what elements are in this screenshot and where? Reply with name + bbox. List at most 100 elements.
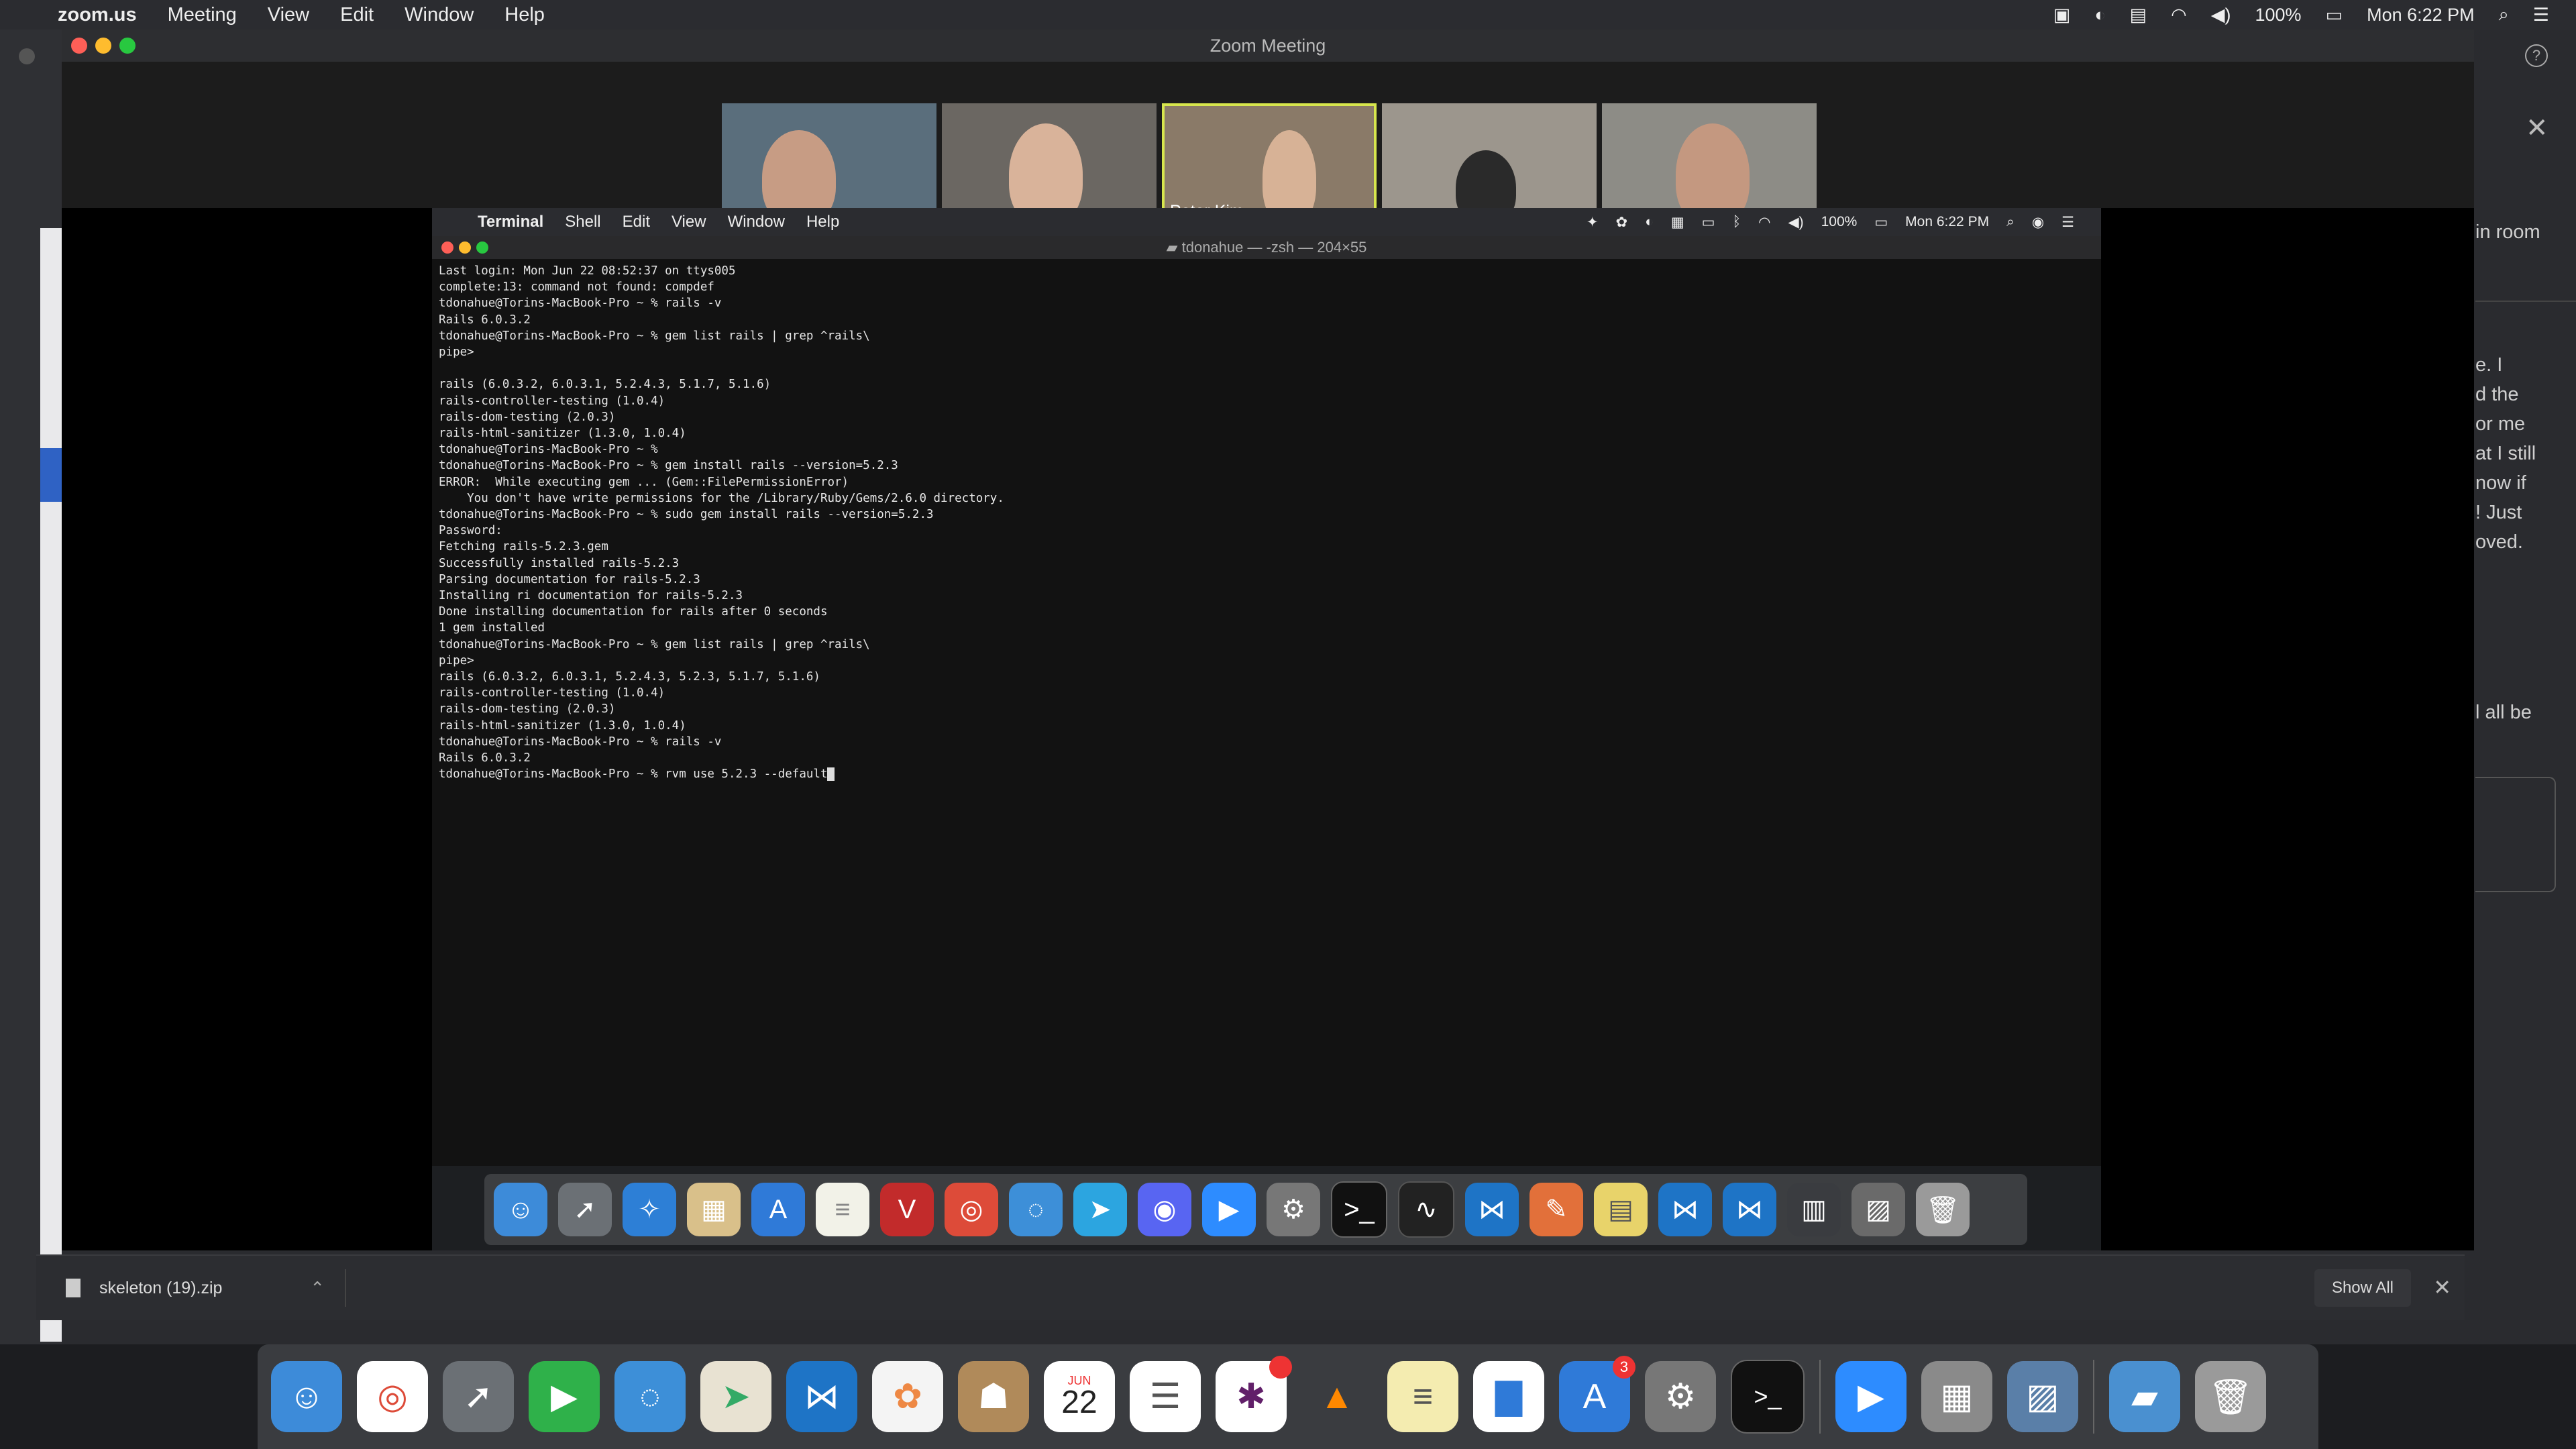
- shared-menu-shell: Shell: [565, 213, 601, 231]
- photos-icon[interactable]: ✿: [872, 1361, 943, 1432]
- contacts-icon[interactable]: ☗: [958, 1361, 1029, 1432]
- bg-compose-box[interactable]: [2475, 777, 2556, 892]
- terminal-line: Done installing documentation for rails …: [439, 605, 828, 619]
- growl-icon[interactable]: ◐: [2094, 5, 2105, 25]
- terminal-line: complete:13: command not found: compdef: [439, 280, 714, 294]
- dock-separator: [1819, 1360, 1821, 1434]
- system-preferences-icon[interactable]: ⚙: [1645, 1361, 1716, 1432]
- calendar-icon[interactable]: JUN 22: [1044, 1361, 1115, 1432]
- bg-sidebar-text: l all be: [2475, 702, 2532, 723]
- menu-view[interactable]: View: [268, 4, 309, 26]
- zoom-button[interactable]: [119, 38, 136, 54]
- download-item[interactable]: skeleton (19).zip ⌃: [56, 1269, 346, 1307]
- zoom-window: Zoom Meeting Peter Kim Terminal: [62, 30, 2474, 1250]
- photos-stack-icon[interactable]: ▨: [2007, 1361, 2078, 1432]
- numbers-icon[interactable]: ▇: [1473, 1361, 1544, 1432]
- menu-help[interactable]: Help: [504, 4, 545, 26]
- terminal-titlebar: ▰ tdonahue — -zsh — 204×55: [432, 236, 2101, 259]
- notes-icon[interactable]: ≡: [1387, 1361, 1458, 1432]
- terminal-line: tdonahue@Torins-MacBook-Pro ~ % sudo gem…: [439, 508, 934, 522]
- status-icon: ✦: [1586, 214, 1599, 230]
- bg-sidebar-text: e. I: [2475, 354, 2503, 376]
- wifi-icon[interactable]: ◠: [2171, 5, 2187, 25]
- terminal-line: tdonahue@Torins-MacBook-Pro ~ % gem list…: [439, 637, 870, 651]
- terminal-line: rails-controller-testing (1.0.4): [439, 394, 665, 408]
- close-icon[interactable]: ✕: [2433, 1275, 2451, 1300]
- preview-icon: ▦: [687, 1183, 741, 1236]
- flag-icon[interactable]: ▤: [2130, 5, 2147, 25]
- terminal-icon: >_: [1331, 1181, 1387, 1238]
- app-store-icon[interactable]: A3: [1559, 1356, 1635, 1432]
- terminal-line: 1 gem installed: [439, 621, 545, 635]
- dock: ☺ ◎ ➚ ▶ ◌ ➤ ⋈ ✿ ☗ JUN 22 ☰ ✱ ▲ ≡ ▇ A3 ⚙ …: [258, 1344, 2318, 1449]
- chrome-icon[interactable]: ◎: [357, 1361, 428, 1432]
- terminal-line: tdonahue@Torins-MacBook-Pro ~ % gem inst…: [439, 459, 898, 473]
- zoom-status-icon[interactable]: ▣: [2053, 5, 2071, 25]
- messages-icon[interactable]: ◌: [614, 1361, 686, 1432]
- volume-icon[interactable]: ◀): [2211, 5, 2231, 25]
- battery-percent[interactable]: 100%: [2255, 5, 2302, 25]
- terminal-line: Last login: Mon Jun 22 08:52:37 on ttys0…: [439, 264, 736, 278]
- minimize-button[interactable]: [95, 38, 111, 54]
- downloads-folder-icon[interactable]: ▰: [2109, 1361, 2180, 1432]
- facetime-icon[interactable]: ▶: [529, 1361, 600, 1432]
- terminal-output: Last login: Mon Jun 22 08:52:37 on ttys0…: [432, 259, 2101, 787]
- participant-video[interactable]: [722, 103, 936, 225]
- menu-window[interactable]: Window: [405, 4, 474, 26]
- vscode-icon: ⋈: [1658, 1183, 1712, 1236]
- reminders-icon[interactable]: ☰: [1130, 1361, 1201, 1432]
- spotlight-icon[interactable]: ⌕: [2499, 4, 2509, 25]
- download-bar: skeleton (19).zip ⌃ Show All ✕: [36, 1254, 2465, 1320]
- terminal-prompt-line: tdonahue@Torins-MacBook-Pro ~ % rvm use …: [439, 766, 2094, 782]
- launchpad-icon[interactable]: ➚: [443, 1361, 514, 1432]
- terminal-window: ▰ tdonahue — -zsh — 204×55 Last login: M…: [432, 236, 2101, 1166]
- participant-video-active[interactable]: Peter Kim: [1162, 103, 1377, 225]
- safari-icon: ✧: [623, 1183, 676, 1236]
- photos-stack-icon: ▨: [1851, 1183, 1905, 1236]
- terminal-line: Successfully installed rails-5.2.3: [439, 556, 680, 570]
- chevron-up-icon[interactable]: ⌃: [310, 1278, 325, 1299]
- slack-icon[interactable]: ✱: [1216, 1356, 1292, 1432]
- shared-dock: ☺ ➚ ✧ ▦ A ≡ V ◎ ◌ ➤ ◉ ▶ ⚙ >_ ∿ ⋈ ✎ ▤ ⋈ ⋈: [484, 1174, 2027, 1245]
- close-button[interactable]: [71, 38, 87, 54]
- finder-icon[interactable]: ☺: [271, 1361, 342, 1432]
- menu-meeting[interactable]: Meeting: [168, 4, 237, 26]
- participant-video[interactable]: [1382, 103, 1597, 225]
- volume-icon: ◀): [1788, 214, 1804, 230]
- shared-screen: Terminal Shell Edit View Window Help ✦ ✿…: [62, 208, 2474, 1250]
- terminal-icon[interactable]: >_: [1731, 1360, 1805, 1434]
- documents-stack-icon[interactable]: ▦: [1921, 1361, 1992, 1432]
- bg-window-control[interactable]: [19, 48, 35, 64]
- menu-edit[interactable]: Edit: [340, 4, 374, 26]
- telegram-icon: ➤: [1073, 1183, 1127, 1236]
- vscode-icon[interactable]: ⋈: [786, 1361, 857, 1432]
- battery-icon[interactable]: ▭: [2326, 5, 2343, 25]
- system-preferences-icon: ⚙: [1267, 1183, 1320, 1236]
- bg-sidebar-text: now if: [2475, 472, 2526, 494]
- bg-sidebar-text: in room: [2475, 221, 2540, 243]
- notes-icon: ≡: [816, 1183, 869, 1236]
- participant-video[interactable]: [942, 103, 1157, 225]
- close-icon[interactable]: ✕: [2526, 113, 2548, 144]
- zoom-icon[interactable]: ▶: [1835, 1361, 1907, 1432]
- vscode-insiders-icon: ⋈: [1723, 1183, 1776, 1236]
- terminal-line: rails-controller-testing (1.0.4): [439, 686, 665, 700]
- notification-center-icon[interactable]: ☰: [2533, 5, 2549, 25]
- clock[interactable]: Mon 6:22 PM: [2367, 5, 2475, 25]
- dock-separator: [2093, 1360, 2094, 1434]
- participant-video[interactable]: [1602, 103, 1817, 225]
- terminal-line: Fetching rails-5.2.3.gem: [439, 540, 608, 554]
- terminal-line: tdonahue@Torins-MacBook-Pro ~ % rails -v: [439, 297, 722, 311]
- shared-menu-edit: Edit: [622, 213, 650, 231]
- maps-icon[interactable]: ➤: [700, 1361, 771, 1432]
- postman-icon: ✎: [1529, 1183, 1583, 1236]
- bg-sidebar-text: or me: [2475, 413, 2526, 435]
- calendar-day: 22: [1061, 1385, 1097, 1420]
- airplay-icon: ▭: [1701, 214, 1715, 230]
- vlc-icon[interactable]: ▲: [1301, 1361, 1373, 1432]
- menu-app-name[interactable]: zoom.us: [58, 4, 137, 26]
- help-icon[interactable]: ?: [2525, 44, 2548, 67]
- show-all-button[interactable]: Show All: [2314, 1269, 2411, 1307]
- trash-icon[interactable]: 🗑: [2195, 1361, 2266, 1432]
- background-selected-item[interactable]: [40, 448, 62, 502]
